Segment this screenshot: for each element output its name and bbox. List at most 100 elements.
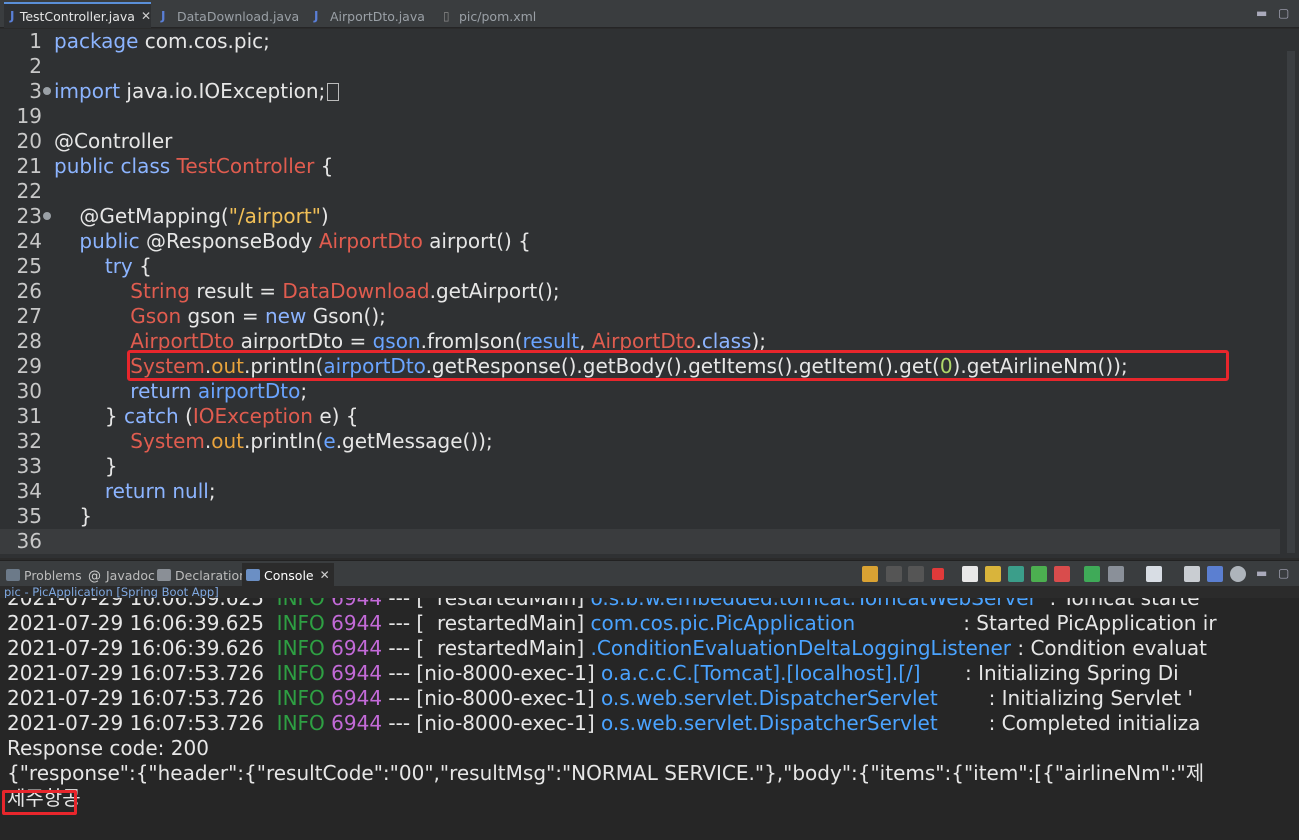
- javadoc-icon: @: [88, 569, 101, 584]
- code-token: ): [320, 204, 329, 228]
- console-output[interactable]: 2021-07-29 16:06:39.625 INFO 6944 --- [ …: [0, 598, 1299, 840]
- line-number: 3: [29, 79, 42, 103]
- line-number: 34: [16, 479, 42, 503]
- text-style-icon[interactable]: [1207, 566, 1223, 582]
- code-token: gson =: [181, 304, 265, 328]
- log-ts: 2021-07-29 16:06:39.625: [7, 598, 264, 610]
- tab-label: DataDownload.java: [177, 8, 300, 24]
- code-token: package: [54, 29, 139, 53]
- collapsed-imports-icon[interactable]: [327, 83, 340, 101]
- line-number: 20: [16, 129, 42, 153]
- fold-marker-icon[interactable]: [43, 212, 51, 220]
- code-token: .println(: [244, 429, 324, 453]
- refresh-icon[interactable]: [862, 566, 878, 582]
- code-line[interactable]: 36: [0, 529, 1280, 554]
- word-wrap-icon[interactable]: [1008, 566, 1024, 582]
- code-token: ;: [208, 479, 216, 503]
- log-cls: .ConditionEvaluationDeltaLoggingListener: [590, 636, 1012, 660]
- log-pid: 6944: [331, 686, 383, 710]
- show-stderr-icon[interactable]: [1054, 566, 1070, 582]
- tab-datadownload[interactable]: J DataDownload.java: [155, 4, 305, 28]
- code-token: result =: [189, 279, 283, 303]
- code-line[interactable]: 27 Gson gson = new Gson();: [0, 304, 1280, 329]
- line-number: 23: [16, 204, 42, 228]
- scrollbar-thumb[interactable]: [1287, 51, 1295, 553]
- copy-icon[interactable]: [1184, 566, 1200, 582]
- code-token: {: [314, 154, 334, 178]
- remove-all-icon[interactable]: [908, 566, 924, 582]
- code-line[interactable]: 21 public class TestController {: [0, 154, 1280, 179]
- code-line[interactable]: 35 }: [0, 504, 1280, 529]
- minimize-icon[interactable]: ▬: [1256, 566, 1267, 580]
- code-line[interactable]: 2: [0, 54, 1280, 79]
- xml-file-icon: ▯: [443, 9, 450, 23]
- code-line[interactable]: 34 return null;: [0, 479, 1280, 504]
- open-console-icon[interactable]: [1146, 566, 1162, 582]
- log-cls: o.a.c.c.C.[Tomcat].[localhost].[/]: [600, 661, 921, 685]
- code-line[interactable]: 30 return airportDto;: [0, 379, 1280, 404]
- log-sep: ---: [382, 661, 417, 685]
- tab-airportdto[interactable]: J AirportDto.java: [308, 4, 433, 28]
- minimize-icon[interactable]: ▬: [1256, 6, 1267, 20]
- code-line[interactable]: 1 package com.cos.pic;: [0, 29, 1280, 54]
- code-line[interactable]: 19: [0, 104, 1280, 129]
- code-line[interactable]: 25 try {: [0, 254, 1280, 279]
- log-ts: 2021-07-29 16:07:53.726: [7, 711, 264, 735]
- log-cls: o.s.web.servlet.DispatcherServlet: [600, 711, 938, 735]
- code-line[interactable]: 31 } catch (IOException e) {: [0, 404, 1280, 429]
- line-number: 27: [16, 304, 42, 328]
- line-number: 36: [16, 529, 42, 553]
- tab-pom-xml[interactable]: ▯ pic/pom.xml: [437, 4, 537, 28]
- code-token: "/airport": [228, 204, 321, 228]
- code-text: package com.cos.pic;: [54, 29, 270, 54]
- code-token: AirportDto: [318, 229, 423, 253]
- log-pid: 6944: [331, 661, 383, 685]
- tab-problems[interactable]: Problems: [6, 565, 82, 585]
- code-line[interactable]: 26 String result = DataDownload.getAirpo…: [0, 279, 1280, 304]
- tab-javadoc[interactable]: @ Javadoc: [88, 565, 155, 585]
- console-icon: [246, 569, 260, 581]
- code-text: import java.io.IOException;: [54, 79, 340, 104]
- pin-console-icon[interactable]: [1084, 566, 1100, 582]
- show-stdout-icon[interactable]: [1031, 566, 1047, 582]
- log-ts: 2021-07-29 16:07:53.726: [7, 686, 264, 710]
- gear-icon[interactable]: [1230, 566, 1246, 582]
- log-cls: o.s.b.w.embedded.tomcat.TomcatWebServer: [590, 598, 1037, 610]
- log-sep: ---: [382, 686, 417, 710]
- clear-console-icon[interactable]: [962, 566, 978, 582]
- java-file-icon: J: [314, 9, 319, 23]
- fold-marker-icon[interactable]: [43, 87, 51, 95]
- scroll-lock-icon[interactable]: [985, 566, 1001, 582]
- terminate-icon[interactable]: [932, 568, 944, 580]
- maximize-icon[interactable]: ▢: [1278, 566, 1289, 580]
- log-ts: 2021-07-29 16:06:39.626: [7, 636, 264, 660]
- log-msg: : Initializing Servlet ': [937, 686, 1193, 710]
- code-line[interactable]: 24 public @ResponseBody AirportDto airpo…: [0, 229, 1280, 254]
- log-msg: : Started PicApplication ir: [855, 611, 1217, 635]
- close-icon[interactable]: ✕: [320, 568, 330, 582]
- code-line[interactable]: 32 System.out.println(e.getMessage());: [0, 429, 1280, 454]
- code-line[interactable]: 33 }: [0, 454, 1280, 479]
- log-line: 2021-07-29 16:06:39.626 INFO 6944 --- [ …: [7, 636, 1207, 661]
- code-line[interactable]: 22: [0, 179, 1280, 204]
- code-editor[interactable]: 1 package com.cos.pic; 2 3 import java.io.IO…: [0, 29, 1299, 558]
- tab-label: AirportDto.java: [330, 8, 425, 24]
- code-token: airportDto: [197, 379, 301, 403]
- code-line[interactable]: 23 @GetMapping("/airport"): [0, 204, 1280, 229]
- remove-launch-icon[interactable]: [886, 566, 902, 582]
- code-token: e: [323, 429, 336, 453]
- tab-testcontroller[interactable]: J TestController.java ✕: [4, 2, 151, 28]
- maximize-icon[interactable]: ▢: [1278, 6, 1289, 20]
- code-token: }: [54, 404, 124, 428]
- code-line[interactable]: 3 import java.io.IOException;: [0, 79, 1280, 104]
- highlight-box: [127, 350, 1229, 381]
- tab-declaration[interactable]: Declaration: [157, 565, 247, 585]
- log-thread: [ restartedMain]: [416, 636, 585, 660]
- display-console-icon[interactable]: [1108, 566, 1124, 582]
- close-icon[interactable]: ✕: [141, 9, 151, 23]
- code-line[interactable]: 20 @Controller: [0, 129, 1280, 154]
- line-number: 21: [16, 154, 42, 178]
- response-code-line: Response code: 200: [7, 736, 209, 760]
- tab-console[interactable]: Console ✕: [242, 563, 334, 587]
- line-number: 31: [16, 404, 42, 428]
